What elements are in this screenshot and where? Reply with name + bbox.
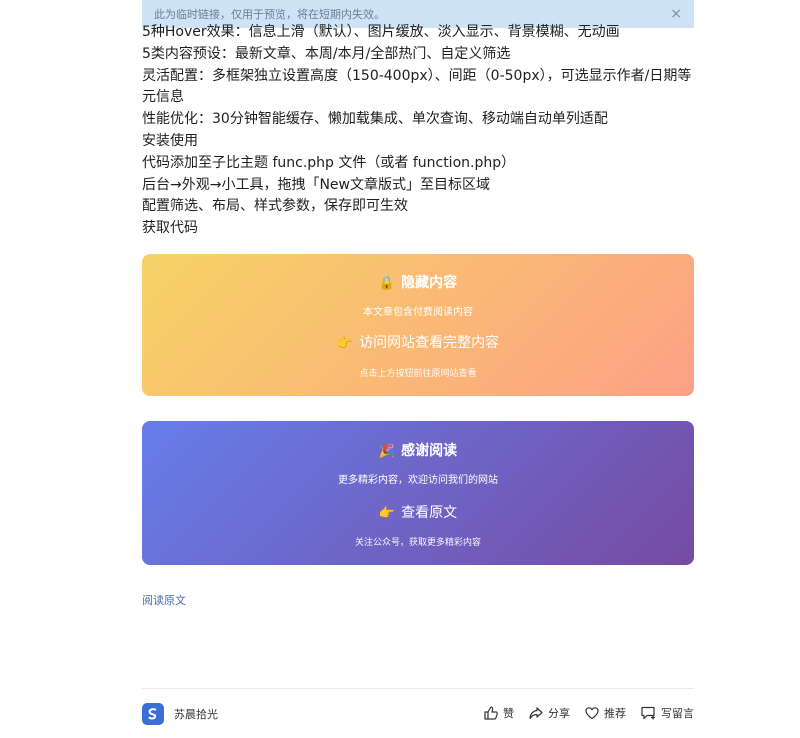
thanks-title-text: 感谢阅读 bbox=[401, 443, 458, 459]
thumbs-up-icon bbox=[484, 706, 498, 720]
article-line: 配置筛选、布局、样式参数，保存即可生效 bbox=[142, 198, 408, 215]
thanks-subtitle: 更多精彩内容，欢迎访问我们的网站 bbox=[338, 475, 498, 486]
share-arrow-icon bbox=[529, 707, 543, 720]
pointing-hand-icon: 👉 bbox=[336, 336, 354, 351]
article-line: 5类内容预设：最新文章、本周/本月/全部热门、自定义筛选 bbox=[142, 45, 511, 62]
pointing-hand-icon: 👉 bbox=[378, 506, 396, 521]
article-heading: 获取代码 bbox=[142, 220, 198, 237]
divider bbox=[142, 688, 694, 689]
article-line: 5种Hover效果：信息上滑（默认）、图片缓放、淡入显示、背景模糊、无动画 bbox=[142, 24, 620, 40]
thanks-card: 🎉 感谢阅读 更多精彩内容，欢迎访问我们的网站 👉 查看原文 关注公众号，获取更多精… bbox=[142, 421, 694, 565]
author-name: 苏晨拾光 bbox=[174, 708, 218, 721]
view-original-link[interactable]: 👉 查看原文 bbox=[142, 502, 694, 522]
hidden-content-note: 点击上方按钮前往原网站查看 bbox=[359, 369, 477, 379]
share-label: 分享 bbox=[548, 707, 570, 720]
comment-label: 写留言 bbox=[661, 707, 694, 720]
close-icon[interactable]: × bbox=[670, 7, 682, 21]
account-logo-icon bbox=[148, 708, 157, 720]
comment-button[interactable]: 写留言 bbox=[640, 705, 694, 721]
like-button[interactable]: 赞 bbox=[483, 705, 514, 721]
thanks-note: 关注公众号，获取更多精彩内容 bbox=[354, 538, 481, 548]
article-line: 代码添加至子比主题 func.php 文件（或者 function.php） bbox=[142, 154, 516, 171]
article-line: 灵活配置：多框架独立设置高度（150-400px）、间距（0-50px），可选显… bbox=[142, 67, 692, 106]
visit-site-link-text: 访问网站查看完整内容 bbox=[359, 335, 500, 351]
article-line: 性能优化：30分钟智能缓存、懒加载集成、单次查询、移动端自动单列适配 bbox=[142, 111, 608, 128]
party-popper-icon: 🎉 bbox=[378, 444, 396, 459]
hidden-content-subtitle: 本文章包含付费阅读内容 bbox=[363, 307, 473, 318]
view-original-link-text: 查看原文 bbox=[401, 505, 458, 521]
share-button[interactable]: 分享 bbox=[528, 705, 570, 721]
comment-icon bbox=[641, 706, 655, 720]
avatar bbox=[142, 703, 164, 725]
banner-text: 此为临时链接，仅用于预览，将在短期内失效。 bbox=[154, 8, 385, 21]
article-heading: 安装使用 bbox=[142, 132, 198, 149]
hidden-content-title-text: 隐藏内容 bbox=[401, 275, 458, 291]
footer-actions: 赞 分享 推荐 写留言 bbox=[469, 705, 694, 721]
visit-site-link[interactable]: 👉 访问网站查看完整内容 bbox=[142, 332, 694, 352]
recommend-button[interactable]: 推荐 bbox=[584, 705, 626, 721]
article-body: 5种Hover效果：信息上滑（默认）、图片缓放、淡入显示、背景模糊、无动画 5类… bbox=[142, 22, 702, 240]
thanks-title: 🎉 感谢阅读 bbox=[142, 440, 694, 460]
article-line: 后台→外观→小工具，拖拽「New文章版式」至目标区域 bbox=[142, 176, 490, 193]
author-info[interactable]: 苏晨拾光 bbox=[142, 703, 218, 725]
footer-bar: 苏晨拾光 赞 分享 推荐 写留言 bbox=[142, 703, 694, 727]
hidden-content-title: 🔒 隐藏内容 bbox=[142, 272, 694, 292]
heart-icon bbox=[585, 707, 599, 720]
read-original-link[interactable]: 阅读原文 bbox=[142, 592, 186, 608]
hidden-content-card: 🔒 隐藏内容 本文章包含付费阅读内容 👉 访问网站查看完整内容 点击上方按钮前往原网… bbox=[142, 254, 694, 396]
like-label: 赞 bbox=[503, 707, 514, 720]
lock-icon: 🔒 bbox=[378, 276, 396, 291]
recommend-label: 推荐 bbox=[604, 707, 626, 720]
